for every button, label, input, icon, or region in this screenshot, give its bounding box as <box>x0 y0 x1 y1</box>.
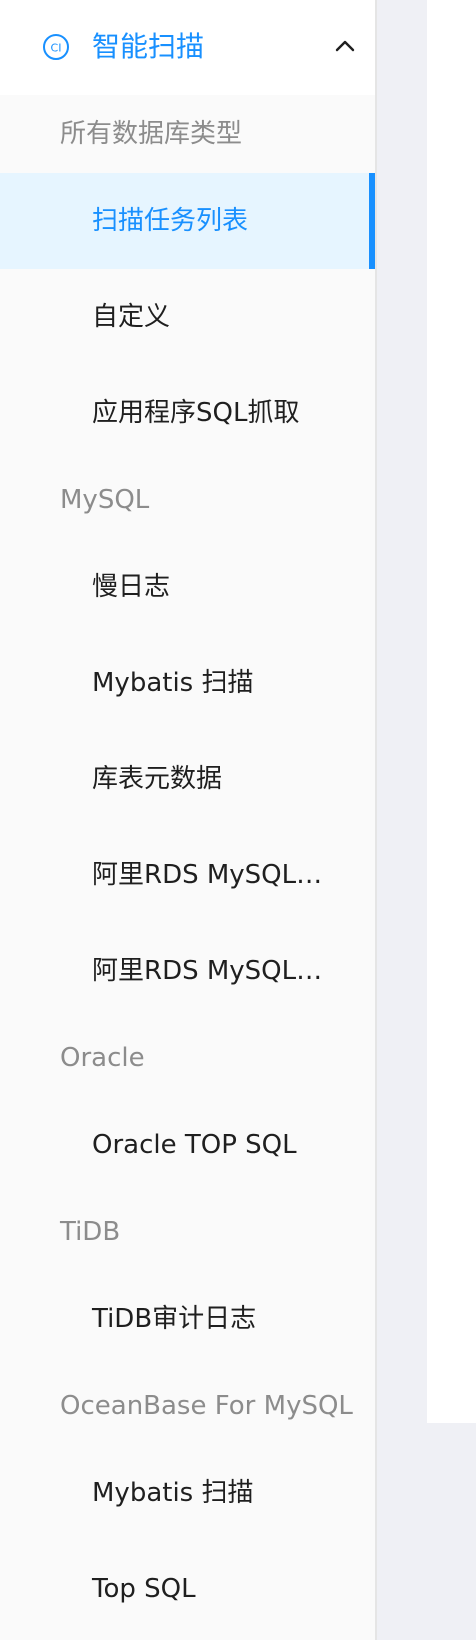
menu-item[interactable]: Mybatis 扫描 <box>0 635 375 731</box>
menu-group-title: Oracle <box>60 1043 145 1073</box>
ci-circle-icon: CI <box>43 34 69 60</box>
menu-item[interactable]: 扫描任务列表 <box>0 173 375 269</box>
menu-item[interactable]: 阿里RDS MySQL慢... <box>0 827 375 923</box>
menu-item[interactable]: Oracle TOP SQL <box>0 1097 375 1193</box>
svg-text:CI: CI <box>51 42 62 55</box>
menu-item[interactable]: 阿里RDS MySQL审... <box>0 923 375 1019</box>
menu-group-title: OceanBase For MySQL <box>60 1391 353 1421</box>
menu-item[interactable]: Mybatis 扫描 <box>0 1445 375 1541</box>
menu-item[interactable]: 自定义 <box>0 269 375 365</box>
menu-item[interactable]: TiDB审计日志 <box>0 1271 375 1367</box>
menu-item[interactable]: 库表元数据 <box>0 731 375 827</box>
menu-group-title: 所有数据库类型 <box>60 119 243 149</box>
menu-header-smart-scan[interactable]: CI 智能扫描 <box>0 0 375 95</box>
menu-item[interactable]: 应用程序SQL抓取 <box>0 365 375 461</box>
menu-group-title: TiDB <box>60 1217 121 1247</box>
menu-group-title: MySQL <box>60 485 150 515</box>
sidebar-nav: CI 智能扫描 所有数据库类型扫描任务列表 自定义 应用程序SQL抓取 MySQL 慢日… <box>0 0 377 1640</box>
chevron-up-icon[interactable] <box>334 37 356 53</box>
menu-item[interactable]: Top SQL <box>0 1541 375 1637</box>
menu-item[interactable]: 慢日志 <box>0 539 375 635</box>
content-panel <box>427 0 476 1423</box>
menu-header-title: 智能扫描 <box>92 30 205 63</box>
